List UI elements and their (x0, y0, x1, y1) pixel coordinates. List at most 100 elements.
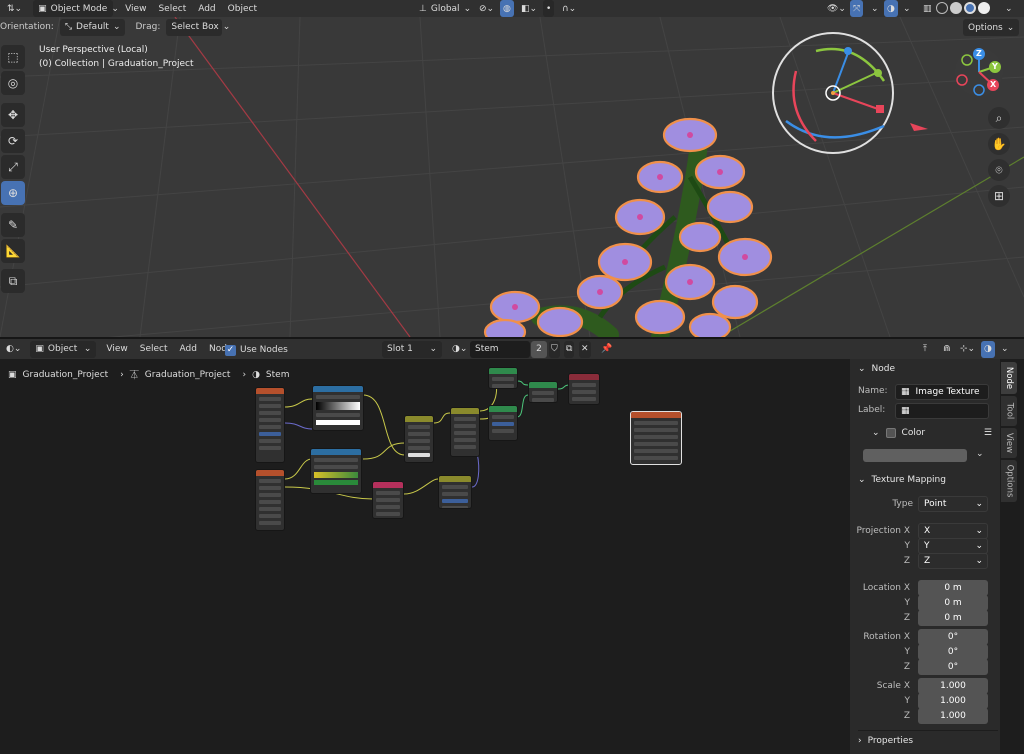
chevron-down-icon: ⌄ (872, 428, 880, 438)
node-overlay-dropdown[interactable]: ⌄ (996, 341, 1014, 358)
tab-view[interactable]: View (1001, 428, 1017, 458)
location-z-field[interactable]: 0 m (918, 610, 988, 626)
material-browse-button[interactable]: ◑⌄ (447, 341, 472, 358)
node-canvas[interactable]: ▣ Graduation_Project › ⏄ Graduation_Proj… (0, 359, 850, 754)
node-name-field[interactable]: ▦ Image Texture (895, 384, 989, 400)
transform-gizmo[interactable] (766, 31, 906, 171)
projection-x-dropdown[interactable]: X ⌄ (918, 523, 988, 539)
camera-view-button[interactable]: ⌾ (988, 159, 1010, 181)
image-texture-node[interactable] (630, 411, 682, 465)
gizmo-toggle[interactable]: ⤧ (850, 0, 864, 17)
editor-type-button[interactable]: ⇅⌄ (2, 0, 27, 17)
color-ramp-node-2[interactable] (310, 448, 362, 494)
texture-mapping-panel-header[interactable]: ⌄ Texture Mapping (858, 470, 998, 490)
snap-element-dropdown[interactable]: ⊹⌄ (955, 341, 980, 358)
viewport-3d[interactable]: User Perspective (Local) (0) Collection … (0, 17, 1024, 337)
gizmo-dropdown[interactable]: ⌄ (866, 0, 884, 17)
solid-shading-icon[interactable] (950, 2, 962, 14)
use-nodes-checkbox[interactable]: ✓ Use Nodes (225, 342, 288, 358)
rotation-z-field[interactable]: 0° (918, 659, 988, 675)
tab-options[interactable]: Options (1001, 460, 1017, 502)
rotation-x-field[interactable]: 0° (918, 629, 988, 645)
navigation-gizmo[interactable]: Z Y X (954, 47, 1004, 97)
mode-dropdown[interactable]: ▣ Object Mode ⌄ (33, 0, 119, 17)
gizmo-icon: ⤧ (853, 3, 861, 14)
chevron-down-icon: ⌄ (858, 475, 866, 485)
wireframe-shading-icon[interactable] (936, 2, 948, 14)
tab-tool[interactable]: Tool (1001, 396, 1017, 426)
parent-node-tree-button[interactable]: ⤒ (918, 341, 932, 358)
pan-button[interactable]: ✋ (988, 133, 1010, 155)
shader-type-dropdown[interactable]: ▣ Object ⌄ (30, 340, 97, 358)
transform-orientation-dropdown[interactable]: ⊥ Global ⌄ (414, 0, 476, 17)
scale-y-field[interactable]: 1.000 (918, 693, 988, 709)
list-icon: ☰ (983, 428, 992, 438)
overlay-dropdown[interactable]: ⌄ (898, 0, 916, 17)
math-node[interactable] (438, 475, 472, 509)
projection-z-dropdown[interactable]: Z ⌄ (918, 553, 988, 569)
chevron-down-icon[interactable]: ⌄ (976, 449, 984, 459)
location-y-field[interactable]: 0 m (918, 595, 988, 611)
menu-object[interactable]: Object (228, 0, 257, 17)
projection-y-label: Y (904, 541, 911, 551)
node-panel-header[interactable]: ⌄ Node (858, 359, 998, 379)
mix-shader-node[interactable] (528, 381, 558, 403)
material-name-field[interactable]: Stem (470, 340, 530, 358)
xray-toggle[interactable]: ▥ (918, 0, 937, 17)
snap-target-dropdown[interactable]: ◧⌄ (516, 0, 542, 17)
duplicate-material-button[interactable]: ⧉ (564, 340, 575, 358)
node-label-field[interactable]: ▦ (895, 403, 989, 419)
menu-select[interactable]: Select (158, 0, 186, 17)
color-ramp-node-1[interactable] (312, 385, 364, 431)
menu-add[interactable]: Add (198, 0, 215, 17)
tab-node[interactable]: Node (1001, 362, 1017, 394)
visibility-dropdown[interactable]: 👁⌄ (822, 0, 851, 17)
snap-grid-icon: ⊹⌄ (960, 344, 976, 354)
material-users-count[interactable]: 2 (531, 340, 547, 358)
texture-coordinate-node[interactable] (255, 387, 285, 463)
rotation-y-field[interactable]: 0° (918, 644, 988, 660)
shield-icon: ⛉ (551, 344, 558, 354)
principled-bsdf-node[interactable] (488, 367, 518, 389)
scale-x-field[interactable]: 1.000 (918, 678, 988, 694)
xray-icon: ▥ (923, 3, 932, 14)
noise-texture-node[interactable] (372, 481, 404, 519)
color-swatch[interactable] (863, 449, 967, 462)
menu-view[interactable]: View (125, 0, 146, 17)
snapping-node-button[interactable]: ⋒ (938, 341, 956, 358)
overlay-toggle[interactable]: ◑ (884, 0, 898, 17)
rendered-shading-icon[interactable] (978, 2, 990, 14)
unlink-material-button[interactable]: ✕ (579, 340, 591, 358)
node-editor-type-button[interactable]: ◐⌄ (1, 341, 26, 358)
type-dropdown[interactable]: Point ⌄ (918, 496, 988, 512)
mix-node[interactable] (404, 415, 434, 463)
node-menu-view[interactable]: View (106, 341, 127, 358)
pivot-dropdown[interactable]: ⊘⌄ (474, 0, 499, 17)
falloff-dropdown[interactable]: ∩⌄ (557, 0, 581, 17)
grid-icon: ⊞ (993, 189, 1005, 203)
fake-user-button[interactable]: ⛉ (549, 340, 560, 358)
slot-dropdown[interactable]: Slot 1 ⌄ (382, 340, 442, 358)
node-menu-select[interactable]: Select (140, 341, 168, 358)
texture-coordinate-node-2[interactable] (255, 469, 285, 531)
material-shading-icon[interactable] (964, 2, 976, 14)
shading-dropdown[interactable]: ⌄ (1000, 0, 1018, 17)
node-overlay-toggle[interactable]: ◑ (981, 340, 995, 358)
scale-z-field[interactable]: 1.000 (918, 708, 988, 724)
properties-panel-header[interactable]: › Properties (858, 730, 998, 750)
material-output-node[interactable] (568, 373, 600, 405)
projection-y-dropdown[interactable]: Y ⌄ (918, 538, 988, 554)
perspective-toggle-button[interactable]: ⊞ (988, 185, 1010, 207)
color-checkbox[interactable] (885, 428, 896, 438)
snap-toggle[interactable]: ◍ (500, 0, 514, 17)
proportional-editing-toggle[interactable]: • (543, 0, 555, 17)
zoom-button[interactable]: ⌕ (988, 107, 1010, 129)
node-menu-add[interactable]: Add (180, 341, 197, 358)
location-x-field[interactable]: 0 m (918, 580, 988, 596)
bump-node[interactable] (450, 407, 480, 457)
glossy-bsdf-node[interactable] (488, 405, 518, 441)
camera-icon: ⌾ (995, 162, 1003, 177)
pin-button[interactable]: 📌 (596, 341, 617, 358)
material-sphere-icon: ◑⌄ (452, 344, 468, 354)
color-panel-header[interactable]: ⌄ Color ☰ (872, 423, 992, 443)
